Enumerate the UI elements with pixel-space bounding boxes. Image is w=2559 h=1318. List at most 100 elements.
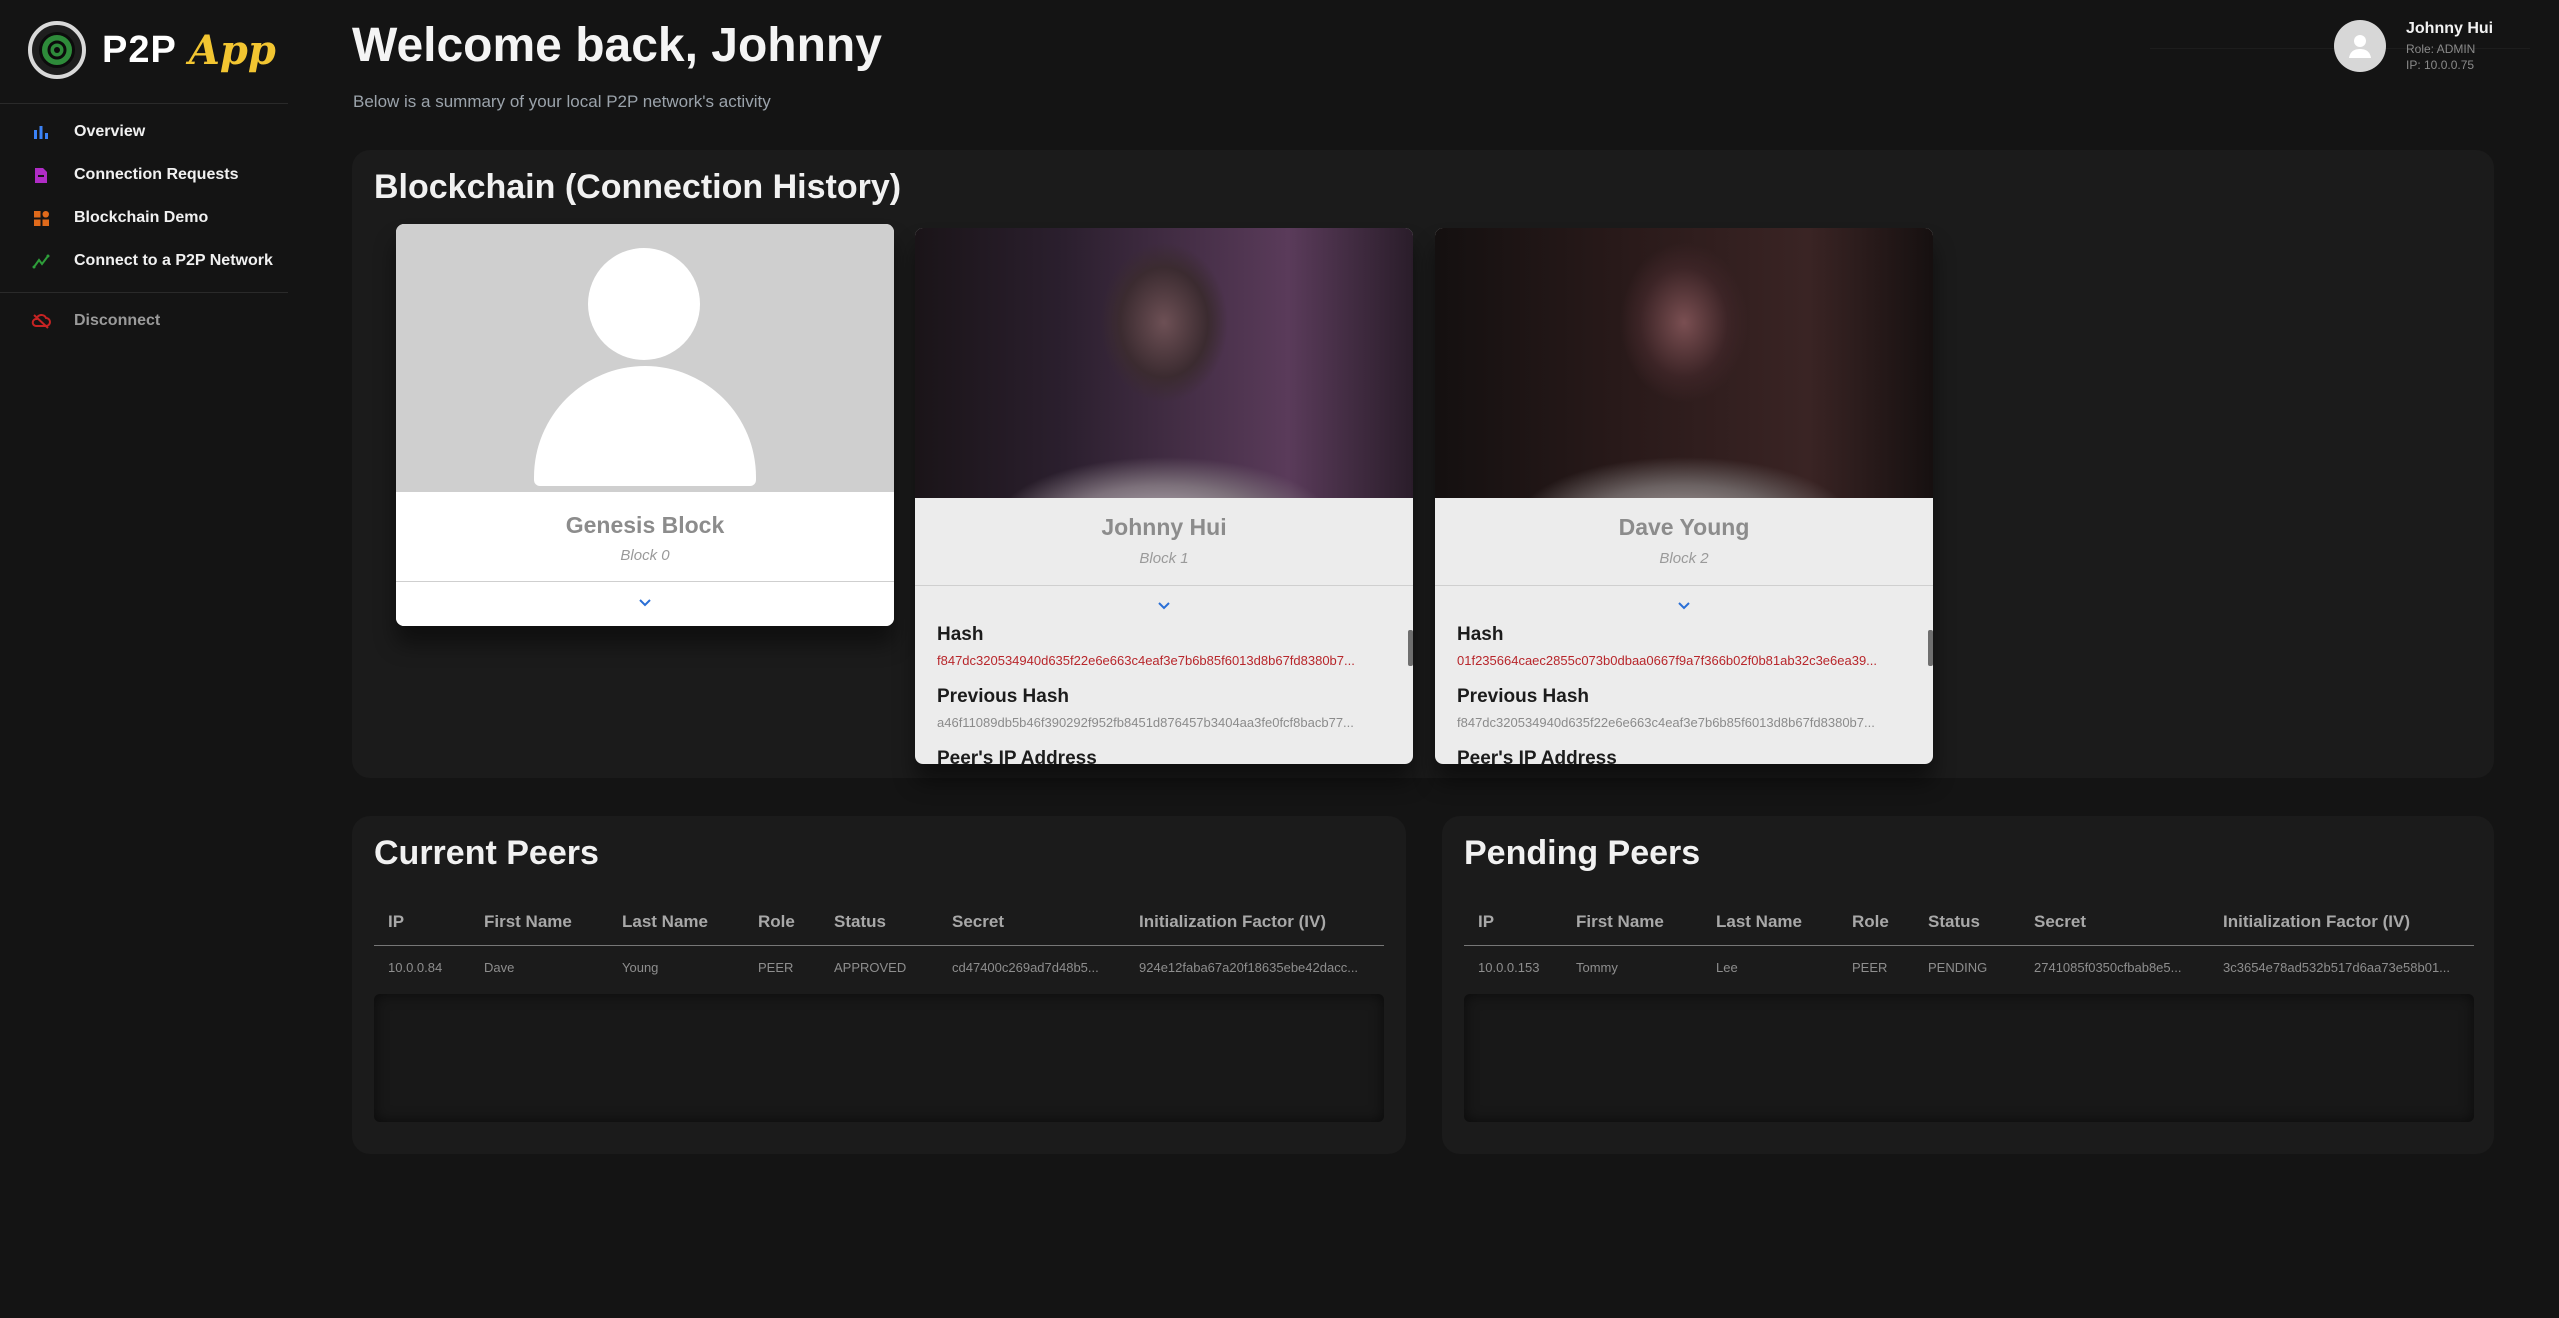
- peer-ip-label: Peer's IP Address: [1457, 748, 1617, 764]
- cell-role: PEER: [1852, 960, 1888, 975]
- table-empty-area: [1464, 994, 2474, 1122]
- block-card-1[interactable]: Johnny Hui Block 1 Hash f847dc320534940d…: [915, 228, 1413, 764]
- sidebar: P2P App Overview Connection Requests Blo…: [0, 0, 288, 1318]
- block-number: Block 1: [1139, 550, 1189, 567]
- current-peers-table: IP First Name Last Name Role Status Secr…: [374, 904, 1384, 1134]
- sidebar-divider: [0, 292, 288, 293]
- column-header[interactable]: IP: [388, 912, 404, 932]
- network-icon: [30, 250, 52, 272]
- brand-name: P2P: [102, 28, 177, 71]
- column-header[interactable]: Status: [1928, 912, 1980, 932]
- cell-status: PENDING: [1928, 960, 1988, 975]
- blockchain-title: Blockchain (Connection History): [374, 168, 902, 206]
- cell-secret: 2741085f0350cfbab8e5...: [2034, 960, 2182, 975]
- column-header[interactable]: Secret: [952, 912, 1004, 932]
- column-header[interactable]: Last Name: [1716, 912, 1802, 932]
- page-title: Welcome back, Johnny: [352, 19, 882, 72]
- sidebar-item-label: Blockchain Demo: [74, 209, 209, 226]
- cell-first-name: Dave: [484, 960, 515, 975]
- column-header[interactable]: First Name: [1576, 912, 1664, 932]
- sidebar-item-overview[interactable]: Overview: [30, 117, 145, 147]
- block-name: Dave Young: [1618, 514, 1750, 540]
- sidebar-divider: [0, 103, 288, 104]
- p2p-logo-icon: [28, 21, 86, 79]
- card-divider: [396, 581, 894, 582]
- chevron-down-icon[interactable]: [1674, 596, 1694, 616]
- user-role: Role: ADMIN: [2406, 42, 2476, 56]
- sidebar-item-label: Connect to a P2P Network: [74, 252, 273, 269]
- logo-emblem-icon: [39, 32, 75, 68]
- previous-hash-value: f847dc320534940d635f22e6e663c4eaf3e7b6b8…: [1457, 715, 1875, 730]
- avatar-icon: [2334, 20, 2386, 72]
- column-header[interactable]: First Name: [484, 912, 572, 932]
- person-placeholder-head: [588, 248, 700, 360]
- column-header[interactable]: Role: [758, 912, 795, 932]
- column-header[interactable]: Initialization Factor (IV): [1139, 912, 1326, 932]
- column-header[interactable]: Initialization Factor (IV): [2223, 912, 2410, 932]
- cell-status: APPROVED: [834, 960, 907, 975]
- pending-peers-table: IP First Name Last Name Role Status Secr…: [1464, 904, 2474, 1134]
- column-header[interactable]: Status: [834, 912, 886, 932]
- user-name: Johnny Hui: [2406, 20, 2494, 37]
- sidebar-item-label: Connection Requests: [74, 166, 239, 183]
- previous-hash-value: a46f11089db5b46f390292f952fb8451d876457b…: [937, 715, 1354, 730]
- current-peers-title: Current Peers: [374, 834, 599, 872]
- sidebar-item-disconnect[interactable]: Disconnect: [30, 306, 160, 336]
- sidebar-item-connect[interactable]: Connect to a P2P Network: [30, 246, 273, 276]
- table-header-divider: [374, 945, 1384, 946]
- column-header[interactable]: Secret: [2034, 912, 2086, 932]
- page-subtitle: Below is a summary of your local P2P net…: [353, 92, 771, 111]
- pending-peers-panel: Pending Peers IP First Name Last Name Ro…: [1442, 816, 2494, 1154]
- column-header[interactable]: IP: [1478, 912, 1494, 932]
- pending-peers-title: Pending Peers: [1464, 834, 1701, 872]
- cell-ip: 10.0.0.84: [388, 960, 443, 975]
- card-divider: [1435, 585, 1933, 586]
- sidebar-item-label: Overview: [74, 123, 146, 140]
- column-header[interactable]: Role: [1852, 912, 1889, 932]
- chevron-down-icon[interactable]: [1154, 596, 1174, 616]
- block-number: Block 2: [1659, 550, 1709, 567]
- cell-last-name: Lee: [1716, 960, 1738, 975]
- brand-accent: App: [188, 26, 276, 74]
- grid-blocks-icon: [30, 207, 52, 229]
- card-scrollbar[interactable]: [1928, 630, 1933, 666]
- cell-last-name: Young: [622, 960, 659, 975]
- block-card-2[interactable]: Dave Young Block 2 Hash 01f235664caec285…: [1435, 228, 1933, 764]
- cell-iv: 3c3654e78ad532b517d6aa73e58b01...: [2223, 960, 2451, 975]
- hash-label: Hash: [937, 624, 984, 645]
- genesis-avatar: [396, 224, 894, 492]
- cell-iv: 924e12faba67a20f18635ebe42dacc...: [1139, 960, 1359, 975]
- block-name: Genesis Block: [565, 512, 725, 538]
- genesis-block-card[interactable]: Genesis Block Block 0: [396, 224, 894, 626]
- user-info: Johnny Hui Role: ADMIN IP: 10.0.0.75: [2406, 20, 2493, 72]
- cell-secret: cd47400c269ad7d48b5...: [952, 960, 1099, 975]
- card-scrollbar[interactable]: [1408, 630, 1413, 666]
- user-ip: IP: 10.0.0.75: [2406, 58, 2475, 72]
- current-peers-panel: Current Peers IP First Name Last Name Ro…: [352, 816, 1406, 1154]
- peer-ip-label: Peer's IP Address: [937, 748, 1097, 764]
- bar-chart-icon: [30, 121, 52, 143]
- sidebar-item-blockchain-demo[interactable]: Blockchain Demo: [30, 203, 208, 233]
- brand[interactable]: P2P App: [28, 18, 276, 82]
- cell-role: PEER: [758, 960, 794, 975]
- table-empty-area: [374, 994, 1384, 1122]
- peer-photo: [915, 228, 1413, 498]
- sidebar-item-connection-requests[interactable]: Connection Requests: [30, 160, 238, 190]
- person-placeholder-body: [534, 366, 756, 486]
- table-header-divider: [1464, 945, 2474, 946]
- block-name: Johnny Hui: [1101, 514, 1227, 540]
- previous-hash-label: Previous Hash: [1457, 686, 1589, 707]
- hash-label: Hash: [1457, 624, 1504, 645]
- previous-hash-label: Previous Hash: [937, 686, 1069, 707]
- hash-value: f847dc320534940d635f22e6e663c4eaf3e7b6b8…: [937, 653, 1355, 668]
- cloud-off-icon: [30, 310, 52, 332]
- user-profile[interactable]: Johnny Hui Role: ADMIN IP: 10.0.0.75: [2334, 20, 2493, 72]
- sidebar-item-label: Disconnect: [74, 312, 161, 329]
- cell-first-name: Tommy: [1576, 960, 1618, 975]
- peer-photo: [1435, 228, 1933, 498]
- column-header[interactable]: Last Name: [622, 912, 708, 932]
- card-divider: [915, 585, 1413, 586]
- chevron-down-icon[interactable]: [635, 593, 655, 613]
- cell-ip: 10.0.0.153: [1478, 960, 1540, 975]
- block-number: Block 0: [620, 547, 670, 564]
